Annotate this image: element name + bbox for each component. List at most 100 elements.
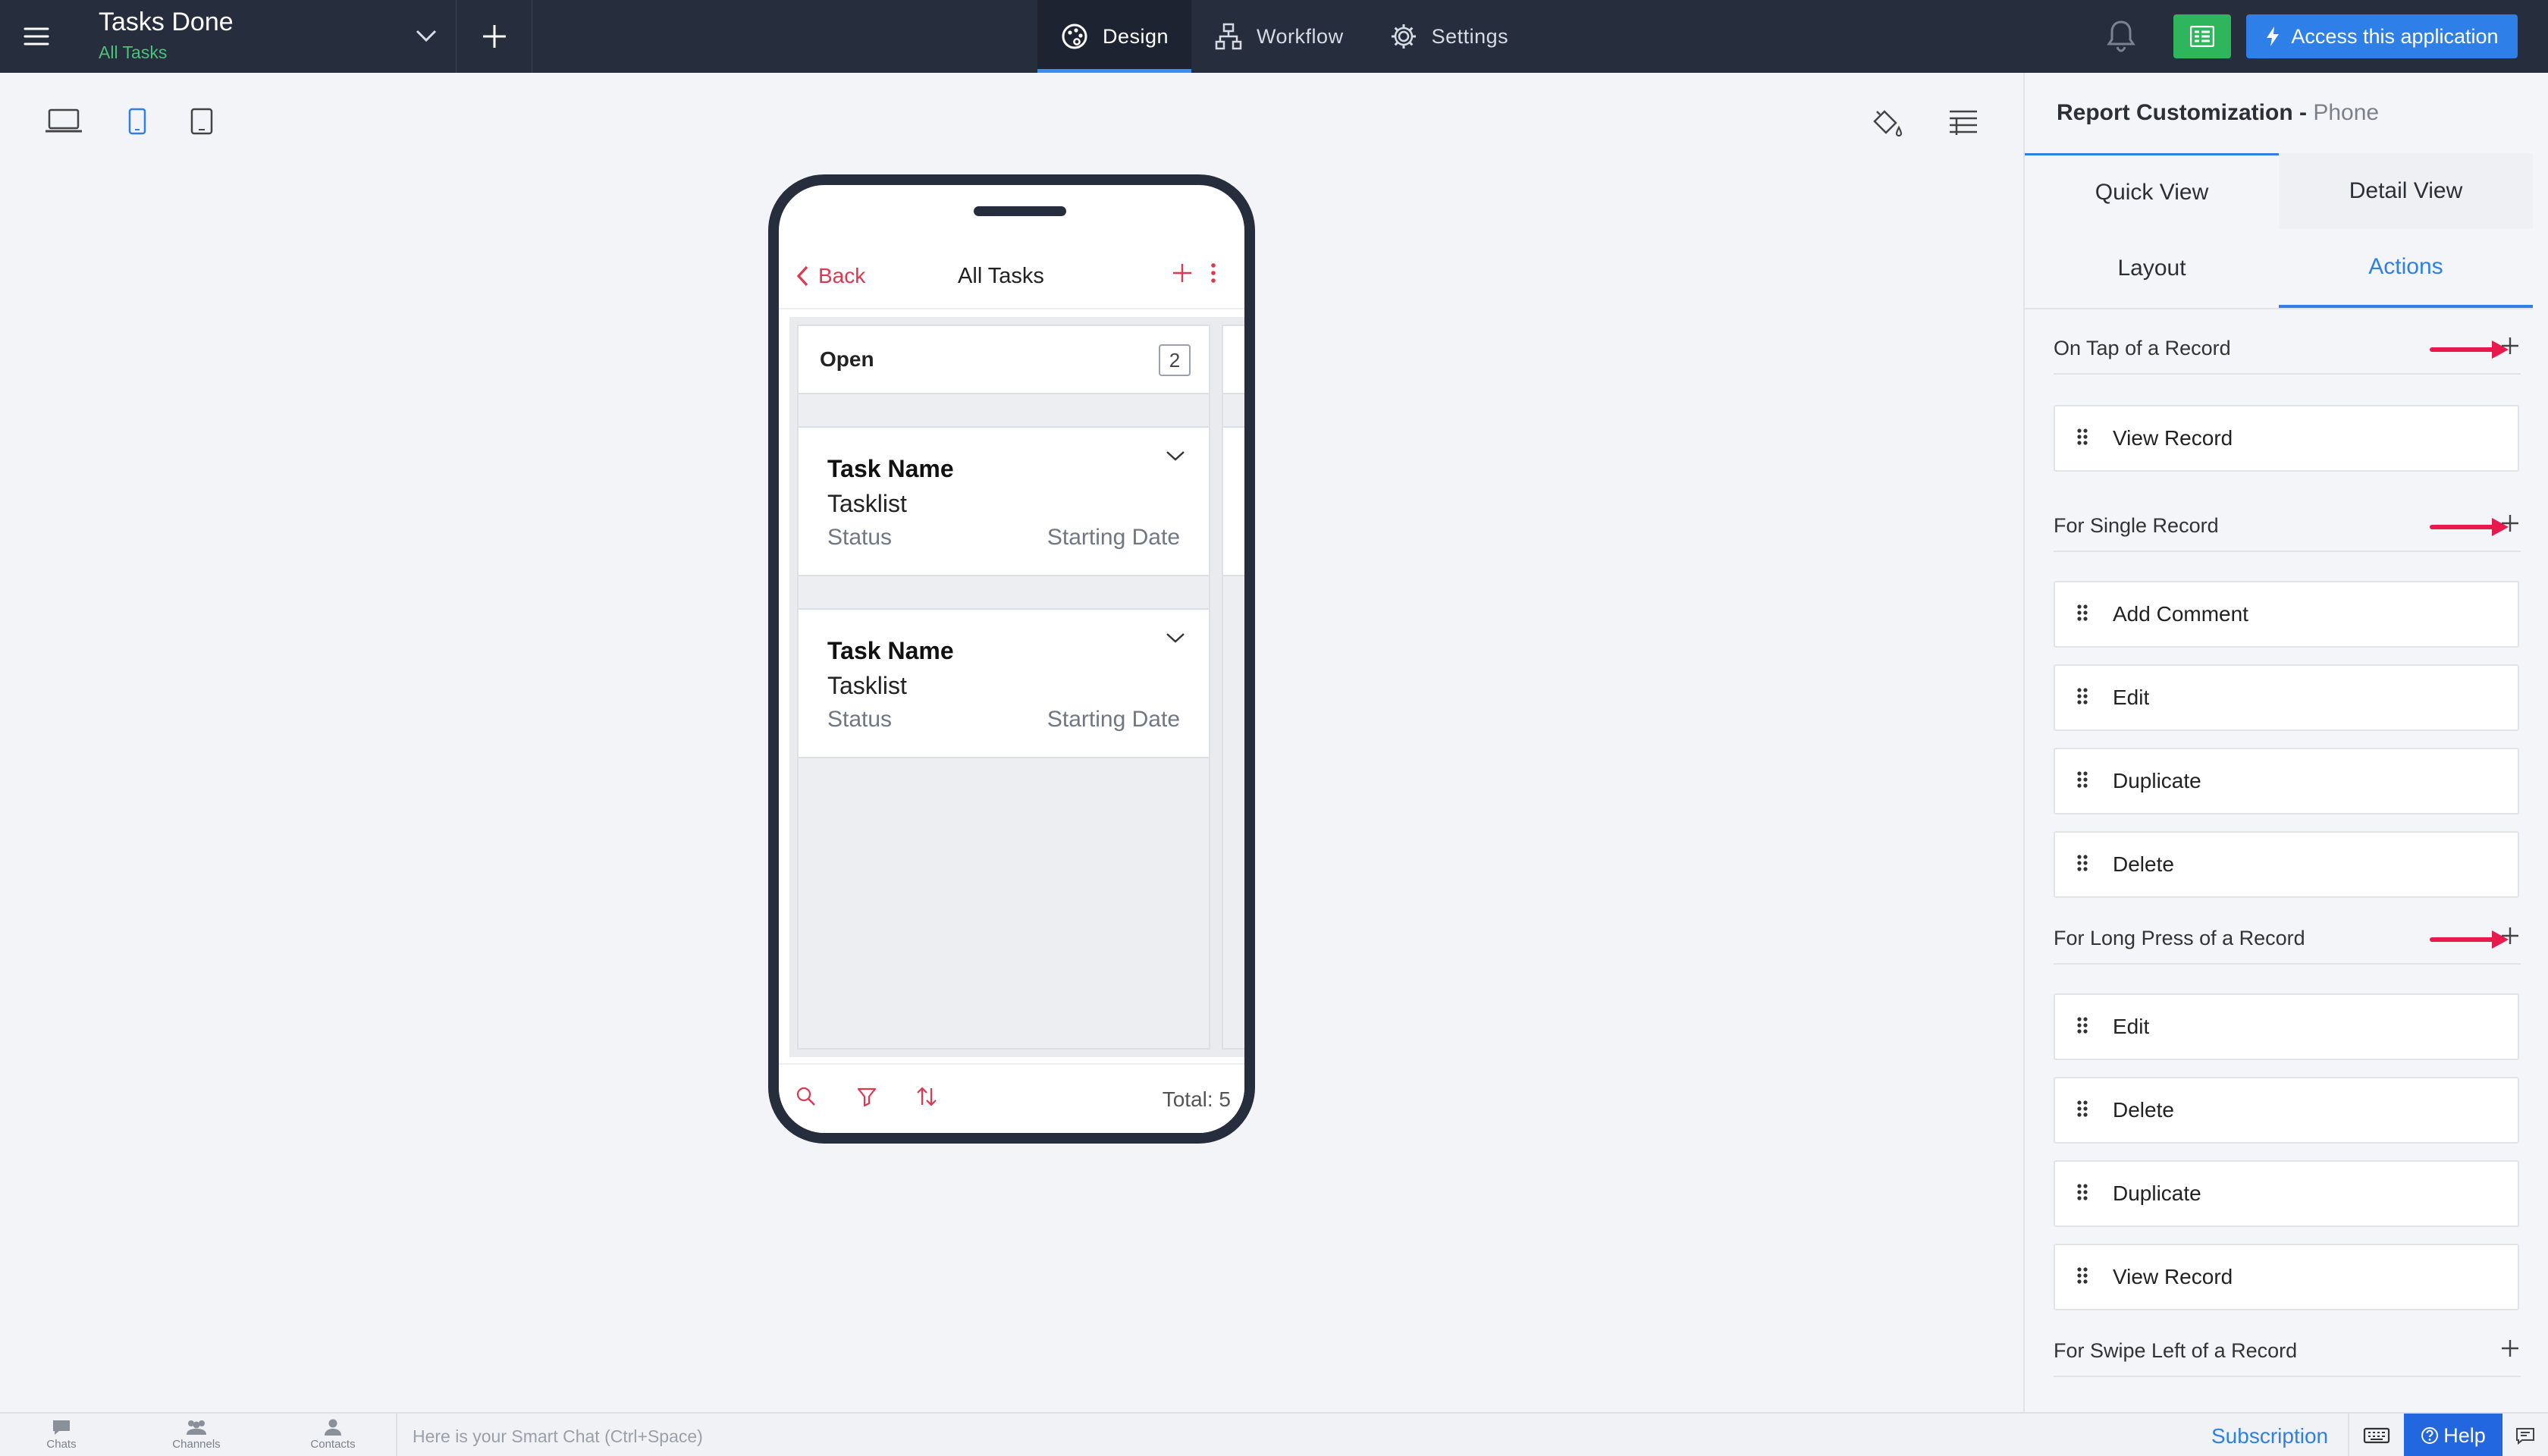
- action-item[interactable]: View Record: [2054, 405, 2519, 472]
- action-label: Add Comment: [2113, 602, 2248, 626]
- menu-icon[interactable]: [0, 0, 73, 73]
- column-header: [1223, 326, 1244, 394]
- action-item[interactable]: Delete: [2054, 831, 2519, 898]
- palette-icon: [1062, 24, 1087, 49]
- action-item[interactable]: Delete: [2054, 1077, 2519, 1144]
- phone-header: Back All Tasks: [779, 246, 1244, 309]
- bell-icon[interactable]: [2105, 18, 2137, 53]
- plus-icon[interactable]: [1172, 262, 1193, 284]
- drag-handle-icon[interactable]: [2076, 1266, 2088, 1288]
- record-card[interactable]: Task Name Tasklist Status Starting Date: [799, 608, 1209, 758]
- help-label: Help: [2443, 1423, 2486, 1447]
- help-button[interactable]: Help: [2404, 1414, 2502, 1456]
- tab-label: Settings: [1431, 24, 1509, 48]
- app-switcher[interactable]: Tasks Done All Tasks: [73, 0, 457, 73]
- smart-chat-input[interactable]: Here is your Smart Chat (Ctrl+Space): [396, 1414, 2186, 1456]
- tab-label: Workflow: [1257, 24, 1344, 48]
- drag-handle-icon[interactable]: [2076, 770, 2088, 792]
- workflow-icon: [1215, 23, 1242, 50]
- access-label: Access this application: [2291, 24, 2499, 48]
- chat-icon: [53, 1420, 70, 1435]
- app-subtitle: All Tasks: [99, 42, 168, 62]
- action-item[interactable]: Edit: [2054, 664, 2519, 731]
- phone-preview: Back All Tasks Open 2 Task Name Tasklist…: [768, 174, 1255, 1144]
- channels-icon: [187, 1420, 206, 1435]
- next-kanban-column: [1222, 325, 1244, 1050]
- smart-chat-placeholder: Here is your Smart Chat (Ctrl+Space): [413, 1426, 703, 1446]
- chats-button[interactable]: Chats: [20, 1418, 103, 1451]
- drag-handle-icon[interactable]: [2076, 1016, 2088, 1037]
- paint-bucket-icon[interactable]: [1870, 108, 1903, 138]
- phone-notch: [974, 206, 1066, 216]
- card-status: Status: [827, 525, 893, 550]
- tab-workflow[interactable]: Workflow: [1191, 0, 1367, 73]
- action-item[interactable]: View Record: [2054, 1244, 2519, 1310]
- drag-handle-icon[interactable]: [2076, 1100, 2088, 1121]
- sort-icon[interactable]: [915, 1086, 938, 1107]
- action-item[interactable]: Duplicate: [2054, 1160, 2519, 1227]
- feedback-icon[interactable]: [2502, 1414, 2548, 1456]
- card-tasklist: Tasklist: [827, 490, 907, 517]
- drag-handle-icon[interactable]: [2076, 1183, 2088, 1204]
- action-item[interactable]: Duplicate: [2054, 748, 2519, 814]
- status-bar: Chats Channels Contacts Here is your Sma…: [0, 1412, 2548, 1456]
- action-label: Edit: [2113, 686, 2150, 709]
- section-label: For Swipe Left of a Record: [2054, 1339, 2298, 1362]
- tab-layout[interactable]: Layout: [2025, 229, 2279, 308]
- drag-handle-icon[interactable]: [2076, 854, 2088, 875]
- tab-label: Design: [1103, 24, 1169, 48]
- add-action-icon[interactable]: [2499, 1338, 2521, 1359]
- drag-handle-icon[interactable]: [2076, 687, 2088, 708]
- chevron-down-icon[interactable]: [1165, 449, 1186, 463]
- column-settings-icon[interactable]: [1947, 108, 1979, 138]
- add-button[interactable]: [457, 0, 532, 73]
- tab-settings[interactable]: Settings: [1367, 0, 1532, 73]
- contacts-button[interactable]: Contacts: [291, 1418, 375, 1451]
- tab-actions[interactable]: Actions: [2279, 229, 2533, 308]
- contact-icon: [325, 1419, 341, 1436]
- chats-label: Chats: [46, 1438, 77, 1451]
- tablet-icon[interactable]: [190, 108, 214, 135]
- desktop-icon[interactable]: [44, 108, 83, 135]
- action-item[interactable]: Edit: [2054, 993, 2519, 1060]
- lightning-icon: [2267, 27, 2280, 46]
- subscription-link[interactable]: Subscription: [2211, 1424, 2328, 1448]
- drag-handle-icon[interactable]: [2076, 428, 2088, 449]
- filter-icon[interactable]: [856, 1086, 877, 1107]
- record-card: [1223, 426, 1244, 576]
- report-view-button[interactable]: [2173, 14, 2231, 58]
- phone-icon[interactable]: [127, 108, 147, 135]
- section-swipe-left: For Swipe Left of a Record: [2054, 1329, 2521, 1377]
- record-card[interactable]: Task Name Tasklist Status Starting Date: [799, 426, 1209, 576]
- tab-detail-view[interactable]: Detail View: [2279, 153, 2533, 229]
- channels-button[interactable]: Channels: [155, 1418, 238, 1451]
- access-application-button[interactable]: Access this application: [2246, 14, 2518, 58]
- kanban-board: Open 2 Task Name Tasklist Status Startin…: [789, 317, 1244, 1057]
- add-action-icon[interactable]: [2499, 925, 2521, 946]
- action-label: View Record: [2113, 426, 2233, 450]
- card-date: Starting Date: [1046, 525, 1180, 550]
- section-label: For Single Record: [2054, 514, 2219, 537]
- add-action-icon[interactable]: [2499, 513, 2521, 534]
- card-tasklist: Tasklist: [827, 672, 907, 699]
- chevron-down-icon[interactable]: [1165, 631, 1186, 645]
- phone-footer: Total: 5: [779, 1063, 1244, 1133]
- more-vertical-icon[interactable]: [1210, 262, 1217, 284]
- drag-handle-icon[interactable]: [2076, 604, 2088, 625]
- add-action-icon[interactable]: [2499, 335, 2521, 356]
- keyboard-icon[interactable]: [2348, 1414, 2404, 1456]
- chevron-down-icon[interactable]: [413, 23, 439, 49]
- tab-quick-view[interactable]: Quick View: [2025, 153, 2279, 229]
- sub-tabs: Layout Actions: [2025, 229, 2533, 309]
- section-label: On Tap of a Record: [2054, 337, 2231, 359]
- design-canvas: Back All Tasks Open 2 Task Name Tasklist…: [0, 73, 2023, 1412]
- action-label: Duplicate: [2113, 1181, 2201, 1205]
- search-icon[interactable]: [795, 1086, 817, 1107]
- top-bar: Tasks Done All Tasks Design Workflow Set…: [0, 0, 2548, 73]
- column-name: Open: [820, 347, 874, 371]
- top-nav: Design Workflow Settings: [1037, 0, 1531, 73]
- tab-design[interactable]: Design: [1037, 0, 1192, 73]
- panel-title: Report Customization - Phone: [2057, 100, 2380, 125]
- panel-title-text: Report Customization: [2057, 100, 2293, 125]
- action-item[interactable]: Add Comment: [2054, 581, 2519, 648]
